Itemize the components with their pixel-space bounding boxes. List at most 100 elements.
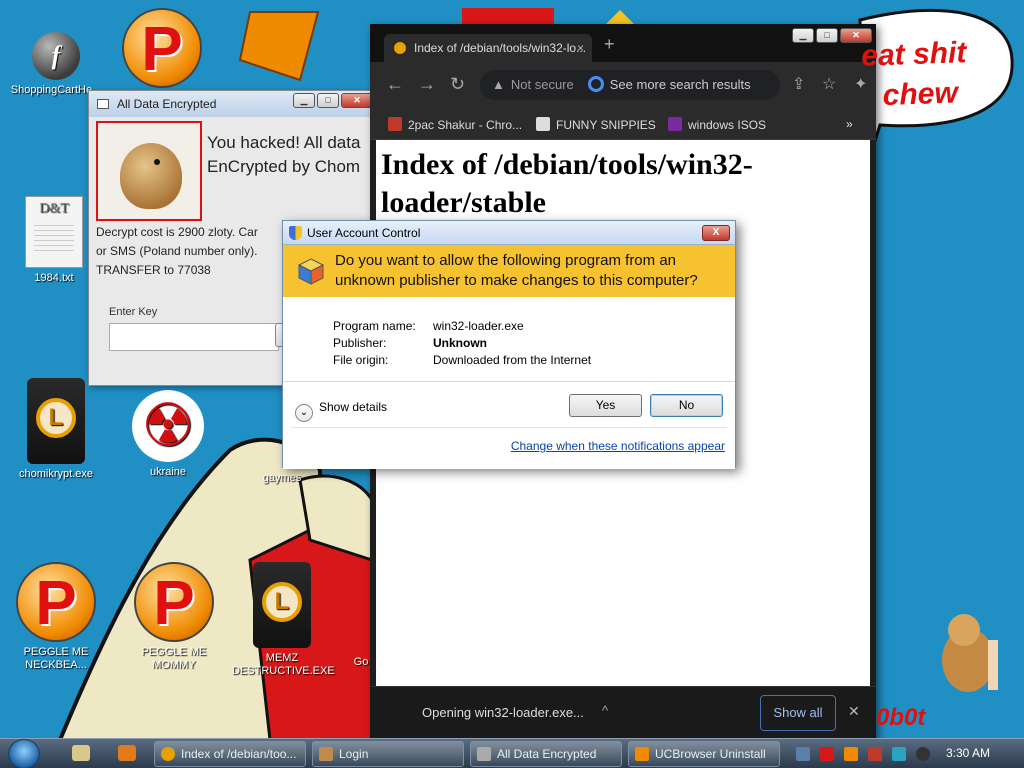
page-heading: Index of /debian/tools/win32-loader/stab… <box>381 148 753 219</box>
download-item[interactable]: Opening win32-loader.exe... <box>422 705 584 720</box>
uac-dialog[interactable]: User Account Control X Do you want to al… <box>282 220 736 469</box>
divider <box>291 427 727 428</box>
radiation-icon: ☢ <box>132 390 204 462</box>
taskbar-button-browser[interactable]: Index of /debian/too... <box>154 741 306 767</box>
detail-value: Unknown <box>433 336 487 350</box>
media-player-icon[interactable] <box>118 745 136 761</box>
desktop-icon-ukraine[interactable]: ☢ ukraine <box>118 390 218 479</box>
forward-arrow-icon[interactable]: → <box>418 74 436 95</box>
network-tray-icon[interactable] <box>796 747 810 761</box>
bookmark-icon <box>668 117 682 131</box>
browser-toolbar: ← → ↻ ▲ Not secure See more search results… <box>370 62 876 110</box>
taskbar-button-label: UCBrowser Uninstall <box>655 747 766 761</box>
ransom-window-title: All Data Encrypted <box>117 97 217 111</box>
window-icon <box>97 99 109 109</box>
minimize-button[interactable]: ▁ <box>792 28 814 43</box>
yes-button[interactable]: Yes <box>569 394 642 417</box>
bookmark-icon <box>388 117 402 131</box>
tab-close-icon[interactable]: × <box>577 34 584 62</box>
enter-key-label: Enter Key <box>109 306 158 318</box>
monitor-tray-icon[interactable] <box>892 747 906 761</box>
ransom-headline: You hacked! All data EnCrypted by Chom <box>207 131 377 179</box>
no-button[interactable]: No <box>650 394 723 417</box>
desktop-icon-peggle-neckbeard[interactable]: P PEGGLE ME NECKBEA... <box>6 562 106 672</box>
warning-tray-icon[interactable] <box>844 747 858 761</box>
new-tab-button[interactable]: + <box>604 34 615 55</box>
bookmarks-more-button[interactable]: » <box>846 117 853 131</box>
desktop-icon-memz[interactable]: L MEMZ DESTRUCTIVE.EXE <box>232 562 335 678</box>
peggle-icon: P <box>122 8 202 88</box>
desktop-icon-peggle-mommy[interactable]: P PEGGLE ME MOMMY <box>124 562 224 672</box>
start-button[interactable] <box>8 739 40 768</box>
desktop-icon-label: PEGGLE ME NECKBEA... <box>23 646 89 671</box>
divider <box>283 381 735 382</box>
desktop-icon-chomikrypt[interactable]: L chomikrypt.exe <box>6 378 106 481</box>
shield-icon <box>289 226 302 240</box>
share-icon[interactable]: ⇪ <box>792 74 805 94</box>
speech-bubble-text: eat shit chew <box>861 31 1024 117</box>
chevron-down-icon: ⌄ <box>295 404 313 422</box>
uac-warning-banner: Do you want to allow the following progr… <box>283 245 735 297</box>
desktop-icon-label: PEGGLE ME MOMMY <box>141 646 207 671</box>
change-notifications-link[interactable]: Change when these notifications appear <box>511 439 725 453</box>
desktop-icon-shoppingcart[interactable]: f ShoppingCartHe... <box>6 32 106 97</box>
uac-title: User Account Control <box>307 226 421 240</box>
flag-tray-icon[interactable] <box>868 747 882 761</box>
address-bar[interactable]: ▲ Not secure See more search results <box>480 70 780 100</box>
desktop-icon-label: chomikrypt.exe <box>19 468 93 480</box>
tab-strip: Index of /debian/tools/win32-lo... × + ▁… <box>370 24 876 62</box>
taskbar-button-label: All Data Encrypted <box>497 747 597 761</box>
speech-line1: eat shit <box>860 36 967 73</box>
clock[interactable]: 3:30 AM <box>946 746 990 760</box>
peggle-icon: P <box>134 562 214 642</box>
bookmark-item[interactable]: FUNNY SNIPPIES <box>536 117 656 132</box>
key-input[interactable] <box>109 323 279 351</box>
warning-icon: ▲ <box>492 77 505 92</box>
downloads-bar: Opening win32-loader.exe... ^ Show all ✕ <box>370 686 876 742</box>
google-icon <box>587 76 604 92</box>
uac-footer: ⌄ Show details Yes No Change when these n… <box>283 389 735 469</box>
downloads-close-icon[interactable]: ✕ <box>848 703 860 720</box>
desktop-icon-label: MEMZ DESTRUCTIVE.EXE <box>232 652 335 677</box>
show-details-label: Show details <box>319 400 388 414</box>
close-button[interactable]: X <box>702 225 730 241</box>
show-details-toggle[interactable]: ⌄ Show details <box>295 397 387 422</box>
taskbar-button-ransom[interactable]: All Data Encrypted <box>470 741 622 767</box>
ransom-headline-line1: You hacked! All data <box>207 133 361 152</box>
detail-row-publisher: Publisher: Unknown <box>333 335 591 352</box>
omnibox-text: See more search results <box>609 77 751 92</box>
flash-icon: f <box>32 32 80 80</box>
bookmark-item[interactable]: 2pac Shakur - Chro... <box>388 117 522 132</box>
chevron-up-icon[interactable]: ^ <box>602 703 608 718</box>
reload-icon[interactable]: ↻ <box>450 74 465 95</box>
license-icon: L <box>27 378 85 464</box>
text-file-icon: D&T <box>25 196 83 268</box>
back-arrow-icon[interactable]: ← <box>386 74 404 95</box>
not-secure-label: Not secure <box>510 77 574 92</box>
desktop-icon-peggle-top[interactable]: P <box>112 8 212 92</box>
bookmark-icon <box>536 117 550 131</box>
taskbar-button-ucbrowser[interactable]: UCBrowser Uninstall <box>628 741 780 767</box>
app-icon <box>319 747 333 761</box>
antivirus-tray-icon[interactable] <box>820 747 834 761</box>
tab-debian-index[interactable]: Index of /debian/tools/win32-lo... × <box>384 34 592 62</box>
maximize-button[interactable]: □ <box>317 93 339 108</box>
explorer-icon[interactable] <box>72 745 90 761</box>
uac-details: Program name: win32-loader.exe Publisher… <box>333 318 591 369</box>
detail-key: Publisher: <box>333 336 387 350</box>
ransom-window-titlebar[interactable]: All Data Encrypted ▁ □ ✕ <box>89 91 377 117</box>
show-all-button[interactable]: Show all <box>760 695 836 731</box>
detail-row-file-origin: File origin: Downloaded from the Interne… <box>333 352 591 369</box>
minimize-button[interactable]: ▁ <box>293 93 315 108</box>
detail-value: Downloaded from the Internet <box>433 353 592 367</box>
star-icon[interactable]: ☆ <box>822 74 836 94</box>
close-button[interactable]: ✕ <box>341 93 373 108</box>
maximize-button[interactable]: □ <box>816 28 838 43</box>
taskbar-button-login[interactable]: Login <box>312 741 464 767</box>
program-box-icon <box>297 258 325 285</box>
license-icon: L <box>253 562 311 648</box>
uac-titlebar[interactable]: User Account Control X <box>283 221 735 245</box>
volume-tray-icon[interactable] <box>916 747 930 761</box>
bookmark-item[interactable]: windows ISOS <box>668 117 766 132</box>
desktop-icon-gaymes[interactable]: gaymes <box>232 472 332 485</box>
